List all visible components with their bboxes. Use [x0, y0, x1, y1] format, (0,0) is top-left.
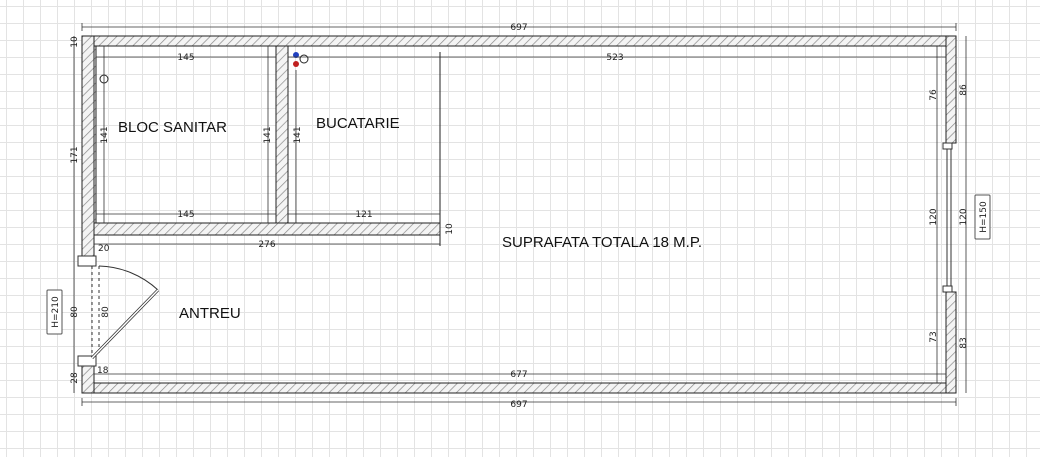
hot-water-icon — [293, 61, 299, 67]
dim-right-window-inner: 120 — [929, 208, 939, 225]
wall-right-lower — [945, 291, 957, 394]
dim-left-bottom-inner: 18 — [97, 366, 109, 376]
dim-bath-bottom: 145 — [177, 210, 194, 220]
wall-lower-partition — [93, 222, 441, 236]
window-height-tag: H=150 — [974, 194, 991, 240]
dim-bath-right: 141 — [263, 126, 273, 143]
wall-bottom — [81, 382, 957, 394]
floor-plan: 697 697 677 523 145 145 121 276 18 20 14… — [46, 23, 991, 410]
dim-left-door-outer: 80 — [70, 306, 80, 318]
window — [942, 142, 953, 293]
sink-fixture-icon — [299, 54, 309, 64]
wall-left-upper — [81, 35, 95, 257]
dim-bottom-outer: 697 — [510, 400, 527, 410]
dim-bottom-inner: 677 — [510, 370, 527, 380]
svg-text:H=150: H=150 — [979, 201, 989, 233]
dim-left-outer-top: 10 — [70, 36, 80, 48]
dim-left-upper-gap: 20 — [98, 244, 110, 254]
room-label-kitchen: BUCATARIE — [316, 115, 400, 132]
dim-kitchen-top: 523 — [606, 53, 623, 63]
dim-right-bottom-inner: 73 — [929, 331, 939, 342]
dim-kitchen-left: 141 — [293, 126, 303, 143]
svg-text:H=210: H=210 — [51, 296, 61, 328]
wall-bath-left — [93, 45, 97, 225]
door-height-tag: H=210 — [46, 289, 63, 335]
exterior-walls — [81, 35, 957, 394]
dim-top-outer: 697 — [510, 23, 527, 33]
dim-right-window-outer: 120 — [959, 208, 969, 225]
total-area-label: SUPRAFATA TOTALA 18 M.P. — [502, 234, 702, 251]
room-label-hallway: ANTREU — [179, 305, 241, 322]
room-label-bathroom: BLOC SANITAR — [118, 119, 227, 136]
dim-left-outer-mid: 171 — [70, 146, 80, 163]
dim-bath-left: 141 — [100, 126, 110, 143]
dim-partition-thickness: 10 — [445, 223, 455, 235]
dim-left-door-inner: 80 — [101, 306, 111, 318]
dim-right-top-outer: 86 — [959, 84, 969, 96]
wall-top — [81, 35, 957, 47]
wall-bath-right — [275, 45, 289, 225]
dim-left-bottom-outer: 28 — [70, 372, 80, 384]
dim-right-top-inner: 76 — [929, 89, 939, 101]
dim-kitchen-bottom: 121 — [355, 210, 372, 220]
wall-right-upper — [945, 35, 957, 144]
dim-bath-top: 145 — [177, 53, 194, 63]
dim-partition-length: 276 — [258, 240, 275, 250]
entrance-door — [77, 255, 160, 367]
dim-right-bottom-outer: 83 — [959, 337, 969, 348]
dimension-lines — [73, 23, 967, 406]
